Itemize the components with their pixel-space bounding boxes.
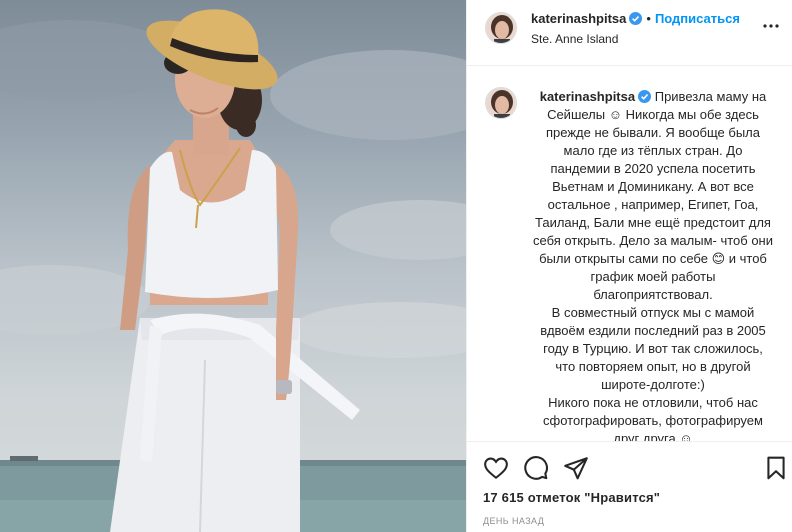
save-button[interactable] [763, 455, 789, 481]
separator-dot: • [646, 11, 651, 26]
comments-area[interactable]: katerinashpitsa Привезла маму на Сейшелы… [467, 67, 792, 441]
post-timestamp[interactable]: ДЕНЬ НАЗАД [483, 516, 544, 526]
follow-button[interactable]: Подписаться [655, 11, 740, 26]
share-button[interactable] [563, 455, 589, 481]
bookmark-icon [767, 456, 785, 480]
location-link[interactable]: Ste. Anne Island [531, 32, 618, 46]
caption-paragraph-1: katerinashpitsa Привезла маму на Сейшелы… [533, 88, 773, 304]
post-actions: 17 615 отметок "Нравится" ДЕНЬ НАЗАД [467, 441, 792, 532]
heart-icon [484, 457, 508, 480]
post-header: katerinashpitsa • Подписаться Ste. Anne Is… [467, 0, 792, 66]
caption-username[interactable]: katerinashpitsa [540, 89, 635, 104]
post-sidebar: katerinashpitsa • Подписаться Ste. Anne Is… [466, 0, 792, 532]
verified-badge-icon [629, 12, 643, 25]
avatar[interactable] [485, 12, 517, 44]
caption-paragraph-2: В совместный отпуск мы с мамой вдвоём ез… [540, 305, 766, 392]
header-line: katerinashpitsa • Подписаться [531, 11, 740, 26]
more-options-icon[interactable] [759, 14, 783, 38]
avatar-image [486, 88, 516, 118]
caption-text: katerinashpitsa Привезла маму на Сейшелы… [533, 88, 773, 441]
caption-avatar[interactable] [485, 87, 517, 119]
comment-button[interactable] [523, 455, 549, 481]
verified-badge-icon [638, 90, 652, 103]
avatar-image [486, 13, 516, 43]
comment-icon [524, 456, 548, 480]
username-link[interactable]: katerinashpitsa [531, 11, 626, 26]
caption-paragraph-3: Никого пока не отловили, чтоб нас сфотог… [543, 395, 763, 441]
like-button[interactable] [483, 455, 509, 481]
post-photo[interactable] [0, 0, 466, 532]
more-horizontal-icon [763, 24, 779, 28]
likes-count[interactable]: 17 615 отметок "Нравится" [483, 490, 660, 505]
photo-artwork [0, 9, 466, 532]
caption-body-1: Привезла маму на Сейшелы ☺ Никогда мы об… [533, 89, 773, 302]
share-icon [564, 457, 588, 480]
